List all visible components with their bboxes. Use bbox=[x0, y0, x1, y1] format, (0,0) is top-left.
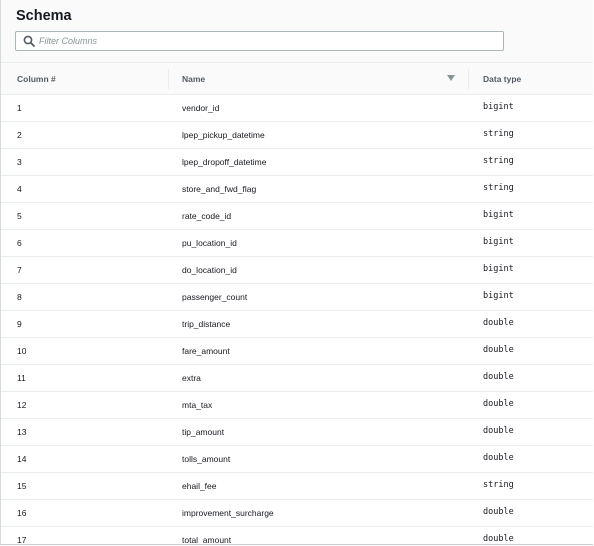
column-divider[interactable] bbox=[468, 69, 469, 89]
column-name-cell: do_location_id bbox=[182, 265, 237, 275]
column-name-cell: vendor_id bbox=[182, 103, 220, 113]
search-icon bbox=[23, 35, 35, 47]
schema-title: Schema bbox=[16, 8, 72, 24]
filter-columns-input[interactable] bbox=[39, 33, 489, 49]
table-row: 3 lpep_dropoff_datetime string bbox=[1, 149, 593, 176]
table-row: 16 improvement_surcharge double bbox=[1, 500, 593, 527]
data-type-cell: bigint bbox=[483, 237, 514, 247]
column-name-cell: store_and_fwd_flag bbox=[182, 184, 257, 194]
column-number-cell: 13 bbox=[17, 427, 27, 437]
column-number-cell: 2 bbox=[17, 130, 22, 140]
column-number-cell: 12 bbox=[17, 400, 27, 410]
column-name-cell: lpep_dropoff_datetime bbox=[182, 157, 267, 167]
table-row: 1 vendor_id bigint bbox=[1, 95, 593, 122]
column-number-cell: 17 bbox=[17, 535, 27, 545]
column-number-cell: 8 bbox=[17, 292, 22, 302]
column-name-cell: tolls_amount bbox=[182, 454, 231, 464]
data-type-cell: string bbox=[483, 183, 514, 193]
column-name-cell: lpep_pickup_datetime bbox=[182, 130, 265, 140]
data-type-cell: bigint bbox=[483, 210, 514, 220]
column-name-cell: mta_tax bbox=[182, 400, 213, 410]
table-row: 14 tolls_amount double bbox=[1, 446, 593, 473]
data-type-cell: string bbox=[483, 129, 514, 139]
data-type-cell: double bbox=[483, 345, 514, 355]
column-number-cell: 7 bbox=[17, 265, 22, 275]
column-number-cell: 11 bbox=[17, 373, 26, 383]
table-row: 2 lpep_pickup_datetime string bbox=[1, 122, 593, 149]
column-number-cell: 3 bbox=[17, 157, 22, 167]
table-row: 11 extra double bbox=[1, 365, 593, 392]
column-name-cell: rate_code_id bbox=[182, 211, 232, 221]
column-name-cell: fare_amount bbox=[182, 346, 230, 356]
column-number-cell: 16 bbox=[17, 508, 27, 518]
column-number-cell: 9 bbox=[17, 319, 22, 329]
table-row: 8 passenger_count bigint bbox=[1, 284, 593, 311]
table-row: 4 store_and_fwd_flag string bbox=[1, 176, 593, 203]
data-type-cell: double bbox=[483, 534, 514, 544]
data-type-cell: double bbox=[483, 399, 514, 409]
column-name-cell: trip_distance bbox=[182, 319, 231, 329]
table-row: 10 fare_amount double bbox=[1, 338, 593, 365]
sort-descending-icon[interactable] bbox=[447, 75, 455, 81]
column-number-cell: 14 bbox=[17, 454, 27, 464]
data-type-cell: string bbox=[483, 156, 514, 166]
schema-panel: Schema Column # Name Data type 1 vendor_i… bbox=[0, 0, 593, 545]
column-number-cell: 5 bbox=[17, 211, 22, 221]
table-row: 17 total_amount double bbox=[1, 527, 593, 545]
data-type-cell: string bbox=[483, 480, 514, 490]
data-type-header[interactable]: Data type bbox=[483, 63, 521, 95]
table-row: 12 mta_tax double bbox=[1, 392, 593, 419]
column-name-cell: tip_amount bbox=[182, 427, 225, 437]
data-type-cell: double bbox=[483, 453, 514, 463]
table-row: 6 pu_location_id bigint bbox=[1, 230, 593, 257]
table-row: 5 rate_code_id bigint bbox=[1, 203, 593, 230]
column-number-cell: 10 bbox=[17, 346, 27, 356]
schema-table-body: 1 vendor_id bigint 2 lpep_pickup_datetime str… bbox=[1, 95, 593, 545]
table-row: 9 trip_distance double bbox=[1, 311, 593, 338]
column-number-cell: 6 bbox=[17, 238, 22, 248]
data-type-cell: double bbox=[483, 426, 514, 436]
data-type-cell: bigint bbox=[483, 102, 514, 112]
column-number-header[interactable]: Column # bbox=[17, 63, 56, 95]
table-row: 7 do_location_id bigint bbox=[1, 257, 593, 284]
data-type-cell: double bbox=[483, 372, 514, 382]
table-row: 13 tip_amount double bbox=[1, 419, 593, 446]
schema-header: Schema bbox=[1, 0, 593, 62]
column-number-cell: 1 bbox=[17, 103, 22, 113]
table-row: 15 ehail_fee string bbox=[1, 473, 593, 500]
column-name-cell: ehail_fee bbox=[182, 481, 217, 491]
column-name-cell: pu_location_id bbox=[182, 238, 237, 248]
column-name-cell: improvement_surcharge bbox=[182, 508, 274, 518]
column-name-cell: extra bbox=[182, 373, 201, 383]
name-header[interactable]: Name bbox=[182, 63, 205, 95]
column-name-cell: passenger_count bbox=[182, 292, 248, 302]
filter-columns-field[interactable] bbox=[15, 31, 504, 51]
table-header: Column # Name Data type bbox=[1, 62, 593, 95]
column-divider[interactable] bbox=[168, 69, 169, 89]
data-type-cell: double bbox=[483, 507, 514, 517]
column-number-cell: 15 bbox=[17, 481, 27, 491]
data-type-cell: double bbox=[483, 318, 514, 328]
column-number-cell: 4 bbox=[17, 184, 22, 194]
column-name-cell: total_amount bbox=[182, 535, 232, 545]
data-type-cell: bigint bbox=[483, 264, 514, 274]
data-type-cell: bigint bbox=[483, 291, 514, 301]
